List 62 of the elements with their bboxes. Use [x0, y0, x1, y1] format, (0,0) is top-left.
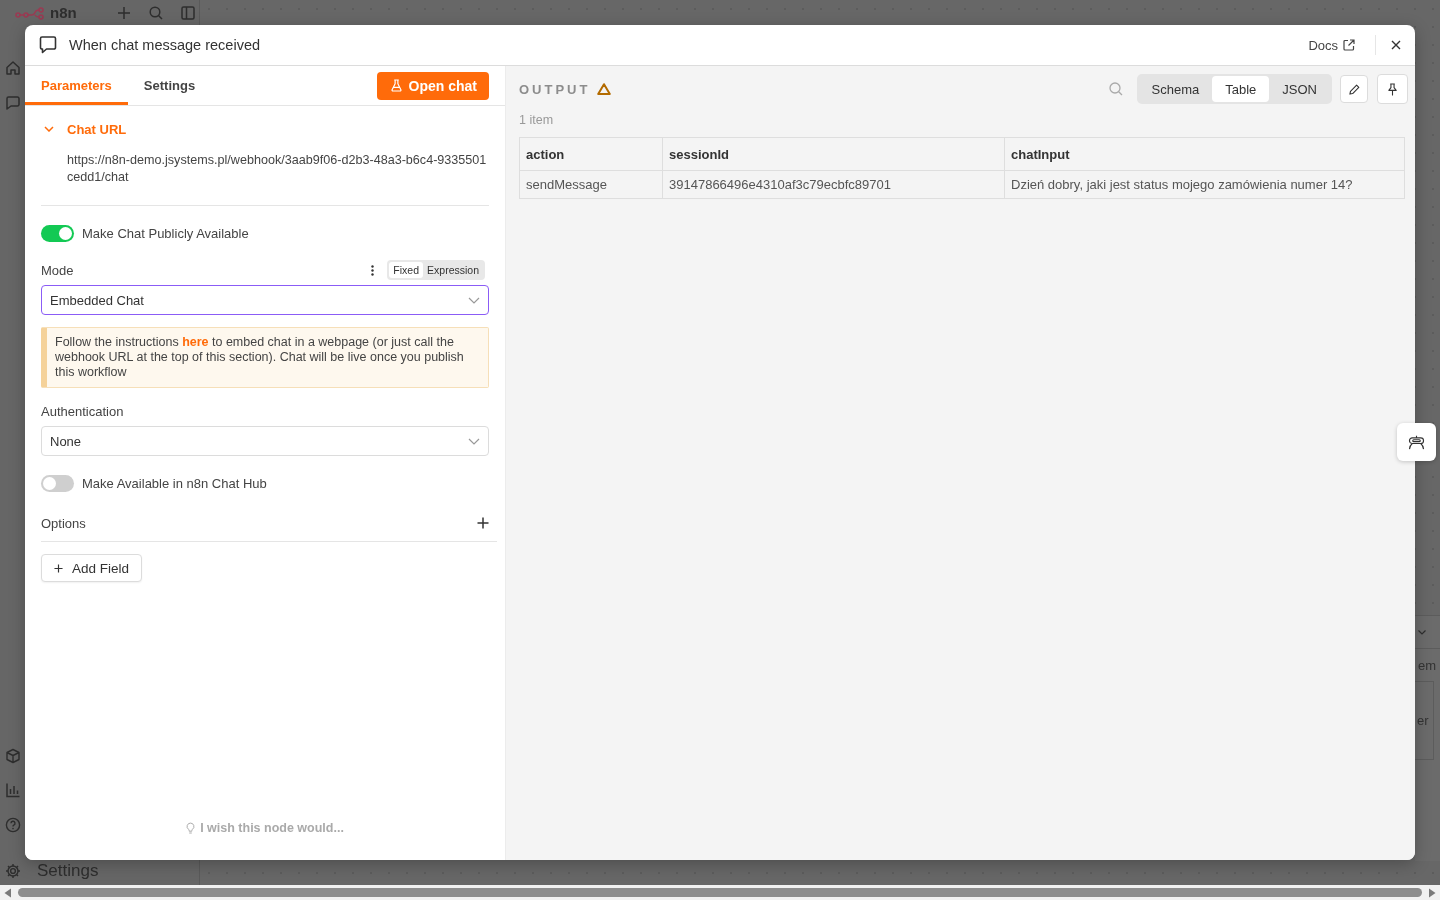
table-header-cell: action [519, 137, 663, 171]
chevron-down-icon[interactable] [44, 126, 54, 132]
search-icon[interactable] [148, 6, 163, 20]
dialog-title: When chat message received [69, 37, 261, 53]
horizontal-scrollbar[interactable] [0, 885, 1440, 900]
notice-text: Follow the instructions here to embed chat in a webpage (or just call the webhook URL at the top of this section). Chat will be live once you publish this workflow [55, 335, 465, 380]
panel-text: em [1418, 658, 1437, 673]
cube-icon[interactable] [5, 748, 21, 764]
toggle-label: Make Available in n8n Chat Hub [82, 476, 267, 491]
chevron-down-icon [468, 437, 480, 445]
mode-toggle-option[interactable]: Expression [423, 262, 483, 278]
table-cell: Dzień dobry, jaki jest status mojego zamówienia numer 14? [1004, 170, 1405, 199]
toggle-switch[interactable] [41, 475, 74, 492]
help-icon[interactable] [5, 817, 21, 833]
select-field[interactable]: None [41, 426, 489, 456]
panel-icon[interactable] [180, 6, 195, 20]
gear-icon [5, 863, 21, 879]
chat-url-text: https://n8n-demo.jsystems.pl/webhook/3aab9f06-d2b3-48a3-b6c4-9335501cedd1/chat [67, 152, 488, 186]
pencil-icon [1348, 83, 1360, 95]
view-tab[interactable]: Table [1212, 76, 1270, 102]
app-name: n8n [50, 5, 77, 21]
chat-icon[interactable] [5, 95, 21, 111]
pin-button[interactable] [1377, 74, 1408, 104]
right-arrow-icon[interactable] [1428, 887, 1436, 898]
chat-bubble-icon [38, 35, 58, 55]
section-title: Chat URL [67, 121, 127, 137]
panel-tab[interactable]: Settings [127, 66, 212, 105]
lightbulb-icon [186, 821, 196, 835]
table-cell: sendMessage [519, 170, 663, 199]
table-header-cell: sessionId [662, 137, 1005, 171]
pin-icon [1387, 82, 1398, 96]
plus-icon[interactable] [477, 517, 489, 529]
output-title: OUTPUT [519, 81, 591, 97]
view-tab[interactable]: Schema [1138, 76, 1213, 102]
plus-icon [54, 563, 63, 573]
view-tab[interactable]: JSON [1269, 76, 1330, 102]
select-field[interactable]: Embedded Chat [41, 285, 489, 315]
toggle-label: Make Chat Publicly Available [82, 226, 249, 241]
bar-chart-icon[interactable] [5, 782, 21, 798]
item-count: 1 item [519, 113, 555, 127]
flask-icon [390, 79, 402, 92]
home-icon[interactable] [5, 60, 21, 76]
external-link-icon [1343, 39, 1355, 51]
mode-toggle-option[interactable]: Fixed [389, 262, 424, 278]
left-arrow-icon[interactable] [4, 887, 12, 898]
floating-button[interactable] [1397, 423, 1436, 461]
chevron-down-icon [1418, 629, 1426, 635]
table-header-cell: chatInput [1004, 137, 1405, 171]
edit-button[interactable] [1340, 75, 1368, 103]
add-field-button[interactable]: Add Field [41, 554, 143, 582]
toggle-switch[interactable] [41, 225, 74, 242]
field-label: Authentication [41, 403, 125, 419]
chevron-down-icon [468, 296, 480, 304]
more-options-icon[interactable] [371, 264, 375, 276]
logo-icon [15, 6, 45, 20]
robot-icon [1408, 434, 1425, 450]
search-icon[interactable] [1108, 82, 1123, 96]
field-label: Options [41, 515, 87, 531]
table-cell: 39147866496e4310af3c79ecbfc89701 [662, 170, 1005, 199]
field-label: Mode [41, 262, 75, 278]
close-icon[interactable] [1391, 40, 1401, 50]
docs-link[interactable]: Docs [1308, 37, 1365, 53]
